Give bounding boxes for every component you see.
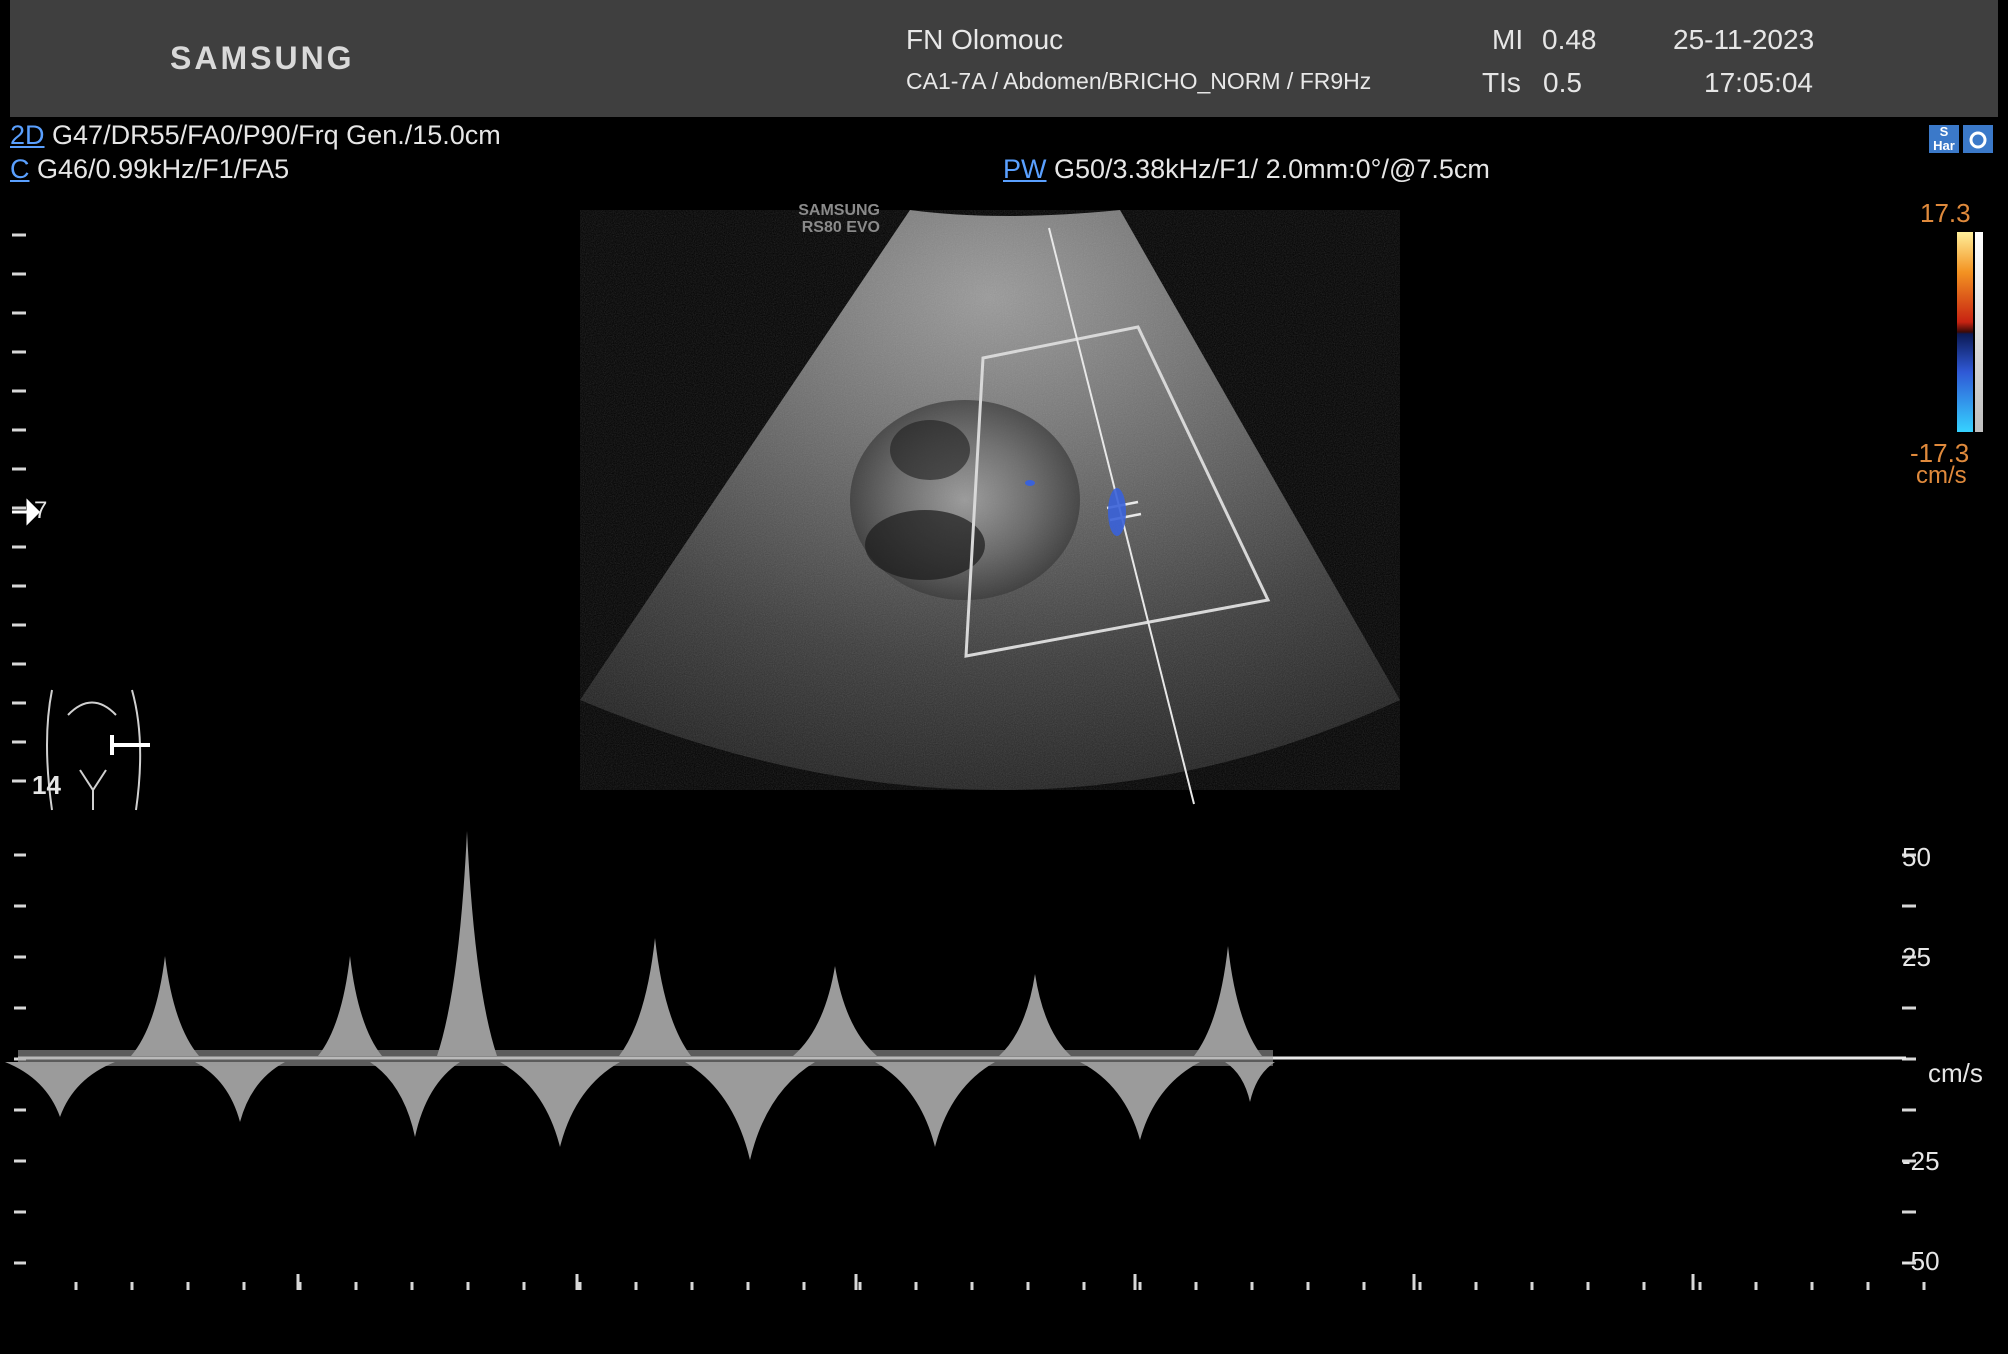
spectrum-reverse-flow: [1080, 1062, 1200, 1140]
spectrum-systolic-peak: [131, 956, 199, 1056]
spectrum-systolic-peak: [1194, 946, 1262, 1056]
spectrum-systolic-peak: [619, 938, 691, 1056]
spectrum-reverse-flow: [685, 1062, 815, 1160]
body-marker: [46, 689, 150, 811]
spectrum-systolic-peak: [793, 966, 877, 1056]
spectrum-reverse-flow: [370, 1062, 460, 1137]
spectrum-reverse-flow: [875, 1062, 995, 1147]
spectrum-reverse-flow: [195, 1062, 285, 1122]
spectrum-systolic-peak: [437, 831, 497, 1056]
color-flow-small: [1025, 480, 1035, 486]
spectrum-reverse-flow: [500, 1062, 620, 1147]
doppler-spectrum: [5, 831, 1275, 1160]
focus-depth-label: 7: [34, 497, 48, 524]
spectrum-reverse-flow: [1225, 1062, 1275, 1102]
scale-label-minus25: -25: [1902, 1146, 1940, 1176]
device-label-2: RS80 EVO: [802, 219, 880, 236]
color-flow-vessel: [1108, 488, 1126, 536]
scale-label-unit: cm/s: [1928, 1058, 1983, 1088]
kidney-pelvis-dark: [890, 420, 970, 480]
scale-label-25: 25: [1902, 942, 1931, 972]
depth-ticks: [12, 233, 26, 783]
scale-label-50: 50: [1902, 842, 1931, 872]
device-label-1: SAMSUNG: [798, 202, 880, 219]
scale-label-minus50: -50: [1902, 1246, 1940, 1276]
time-ticks: [74, 1274, 1926, 1290]
spectrum-systolic-peak: [318, 956, 382, 1056]
spectrum-baseline-noise: [18, 1050, 1273, 1066]
max-depth-label: 14: [32, 770, 61, 800]
kidney-cortex-dark: [865, 510, 985, 580]
spectrum-systolic-peak: [999, 974, 1071, 1056]
ultrasound-canvas: SAMSUNG RS80 EVO: [5, 202, 1926, 1290]
